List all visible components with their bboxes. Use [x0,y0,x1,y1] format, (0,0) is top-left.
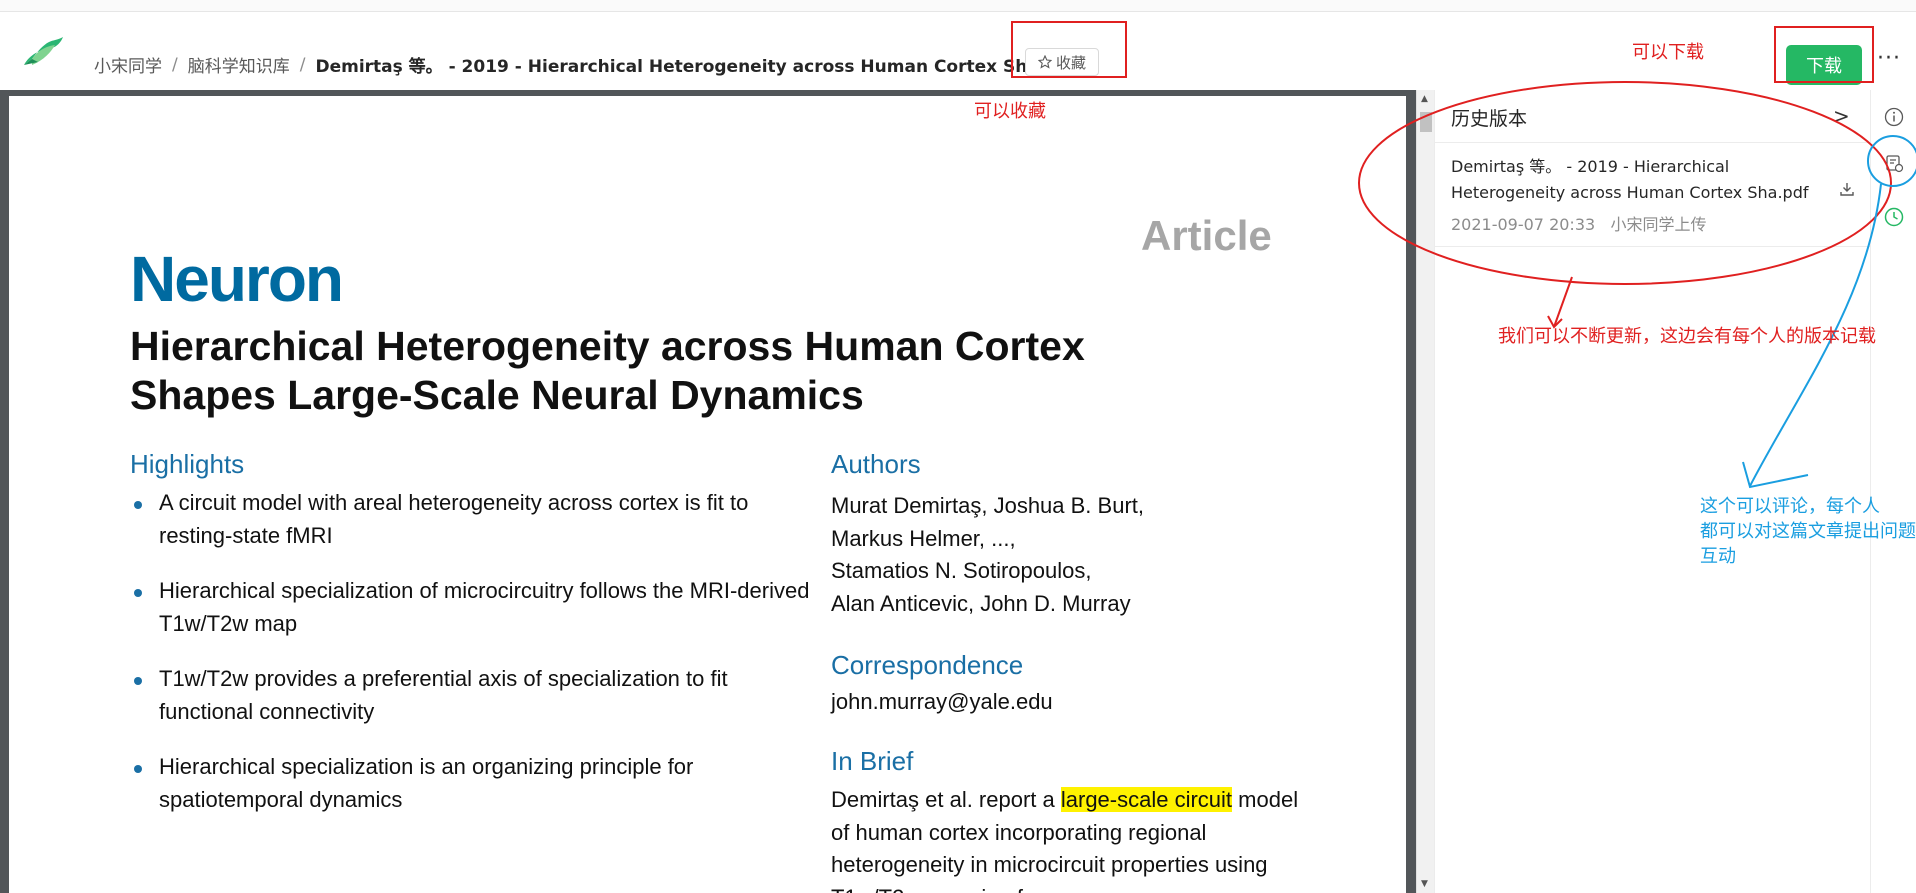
history-panel-title: 历史版本 [1451,108,1528,130]
in-brief-text: Demirtaş et al. report a large-scale cir… [831,784,1301,893]
annotation-comment-line: 这个可以评论，每个人 [1700,496,1880,517]
version-meta: 2021-09-07 20:33 小宋同学上传 [1451,211,1706,235]
breadcrumb-separator: / [299,54,306,75]
history-panel: 历史版本 > Demirtaş 等。 - 2019 - Hierarchical… [1434,90,1871,893]
favorite-label: 收藏 [1055,53,1086,72]
info-icon[interactable] [1883,106,1905,128]
download-button[interactable]: 下载 [1786,45,1862,85]
brief-highlight: large-scale circuit [1060,787,1233,812]
authors-heading: Authors [831,449,921,479]
article-title-line: Shapes Large-Scale Neural Dynamics [130,372,864,418]
pdf-viewer[interactable]: Article Neuron Hierarchical Heterogeneit… [0,90,1416,893]
scroll-up-arrow-icon[interactable]: ▲ [1421,94,1428,104]
annotation-comment-line: 都可以对这篇文章提出问题 [1700,521,1916,542]
annotation-comment-note: 这个可以评论，每个人 都可以对这篇文章提出问题 互动 [1700,494,1916,569]
article-title-line: Hierarchical Heterogeneity across Human … [130,323,1085,369]
version-uploader: 小宋同学上传 [1610,215,1707,234]
breadcrumb-user[interactable]: 小宋同学 [94,52,162,77]
correspondence-email[interactable]: john.murray@yale.edu [831,689,1053,715]
history-expand-chevron-icon[interactable]: > [1833,104,1850,128]
breadcrumb-library[interactable]: 脑科学知识库 [188,52,290,77]
annotation-comment-line: 互动 [1700,546,1736,567]
version-item[interactable]: Demirtaş 等。 - 2019 - Hierarchical Hetero… [1435,143,1871,247]
in-brief-heading: In Brief [831,746,914,776]
scrollbar-thumb[interactable] [1420,112,1432,132]
author-line: Stamatios N. Sotiropoulos, [831,558,1092,583]
app-window: 小宋同学 / 脑科学知识库 / Demirtaş 等。 - 2019 - Hie… [0,0,1916,893]
highlight-item: Hierarchical specialization is an organi… [130,750,820,816]
version-file-name: Demirtaş 等。 - 2019 - Hierarchical Hetero… [1451,157,1809,202]
comment-icon[interactable] [1883,152,1905,174]
highlight-item: T1w/T2w provides a preferential axis of … [130,662,820,728]
breadcrumb-file: Demirtaş 等。 - 2019 - Hierarchical Hetero… [315,57,1078,77]
viewer-scrollbar[interactable]: ▲ ▼ [1416,90,1434,893]
scroll-down-arrow-icon[interactable]: ▼ [1421,879,1428,889]
annotation-history-note: 我们可以不断更新，这边会有每个人的版本记载 [1498,326,1876,347]
browser-top-strip [0,0,1916,12]
article-label: Article [1141,212,1272,259]
header-bar: 小宋同学 / 脑科学知识库 / Demirtaş 等。 - 2019 - Hie… [0,12,1916,90]
annotation-download-note: 可以下载 [1632,42,1704,63]
author-line: Murat Demirtaş, Joshua B. Burt, [831,493,1144,518]
highlight-item: A circuit model with areal heterogeneity… [130,486,820,552]
side-icon-rail [1870,90,1916,893]
favorite-button[interactable]: 收藏 [1025,48,1099,76]
more-menu-button[interactable]: ··· [1877,46,1901,71]
annotation-favorite-note: 可以收藏 [974,101,1046,122]
article-title: Hierarchical Heterogeneity across Human … [130,322,1280,420]
brief-prefix: Demirtaş et al. report a [831,787,1061,812]
star-icon [1037,55,1052,69]
correspondence-heading: Correspondence [831,650,1024,680]
history-clock-icon[interactable] [1883,206,1905,228]
breadcrumb: 小宋同学 / 脑科学知识库 / Demirtaş 等。 - 2019 - Hie… [94,52,1099,77]
pdf-page: Article Neuron Hierarchical Heterogeneit… [9,96,1406,893]
highlight-item: Hierarchical specialization of microcirc… [130,574,820,640]
bird-logo-icon[interactable] [18,32,66,72]
download-icon[interactable] [1839,181,1855,197]
authors-block: Murat Demirtaş, Joshua B. Burt, Markus H… [831,490,1331,620]
author-line: Markus Helmer, ..., [831,525,1016,551]
author-line: Alan Anticevic, John D. Murray [831,590,1131,616]
journal-name: Neuron [130,243,344,315]
breadcrumb-separator: / [172,54,178,75]
highlights-heading: Highlights [130,449,245,479]
highlights-list: A circuit model with areal heterogeneity… [130,486,820,838]
version-date: 2021-09-07 20:33 [1451,215,1596,234]
